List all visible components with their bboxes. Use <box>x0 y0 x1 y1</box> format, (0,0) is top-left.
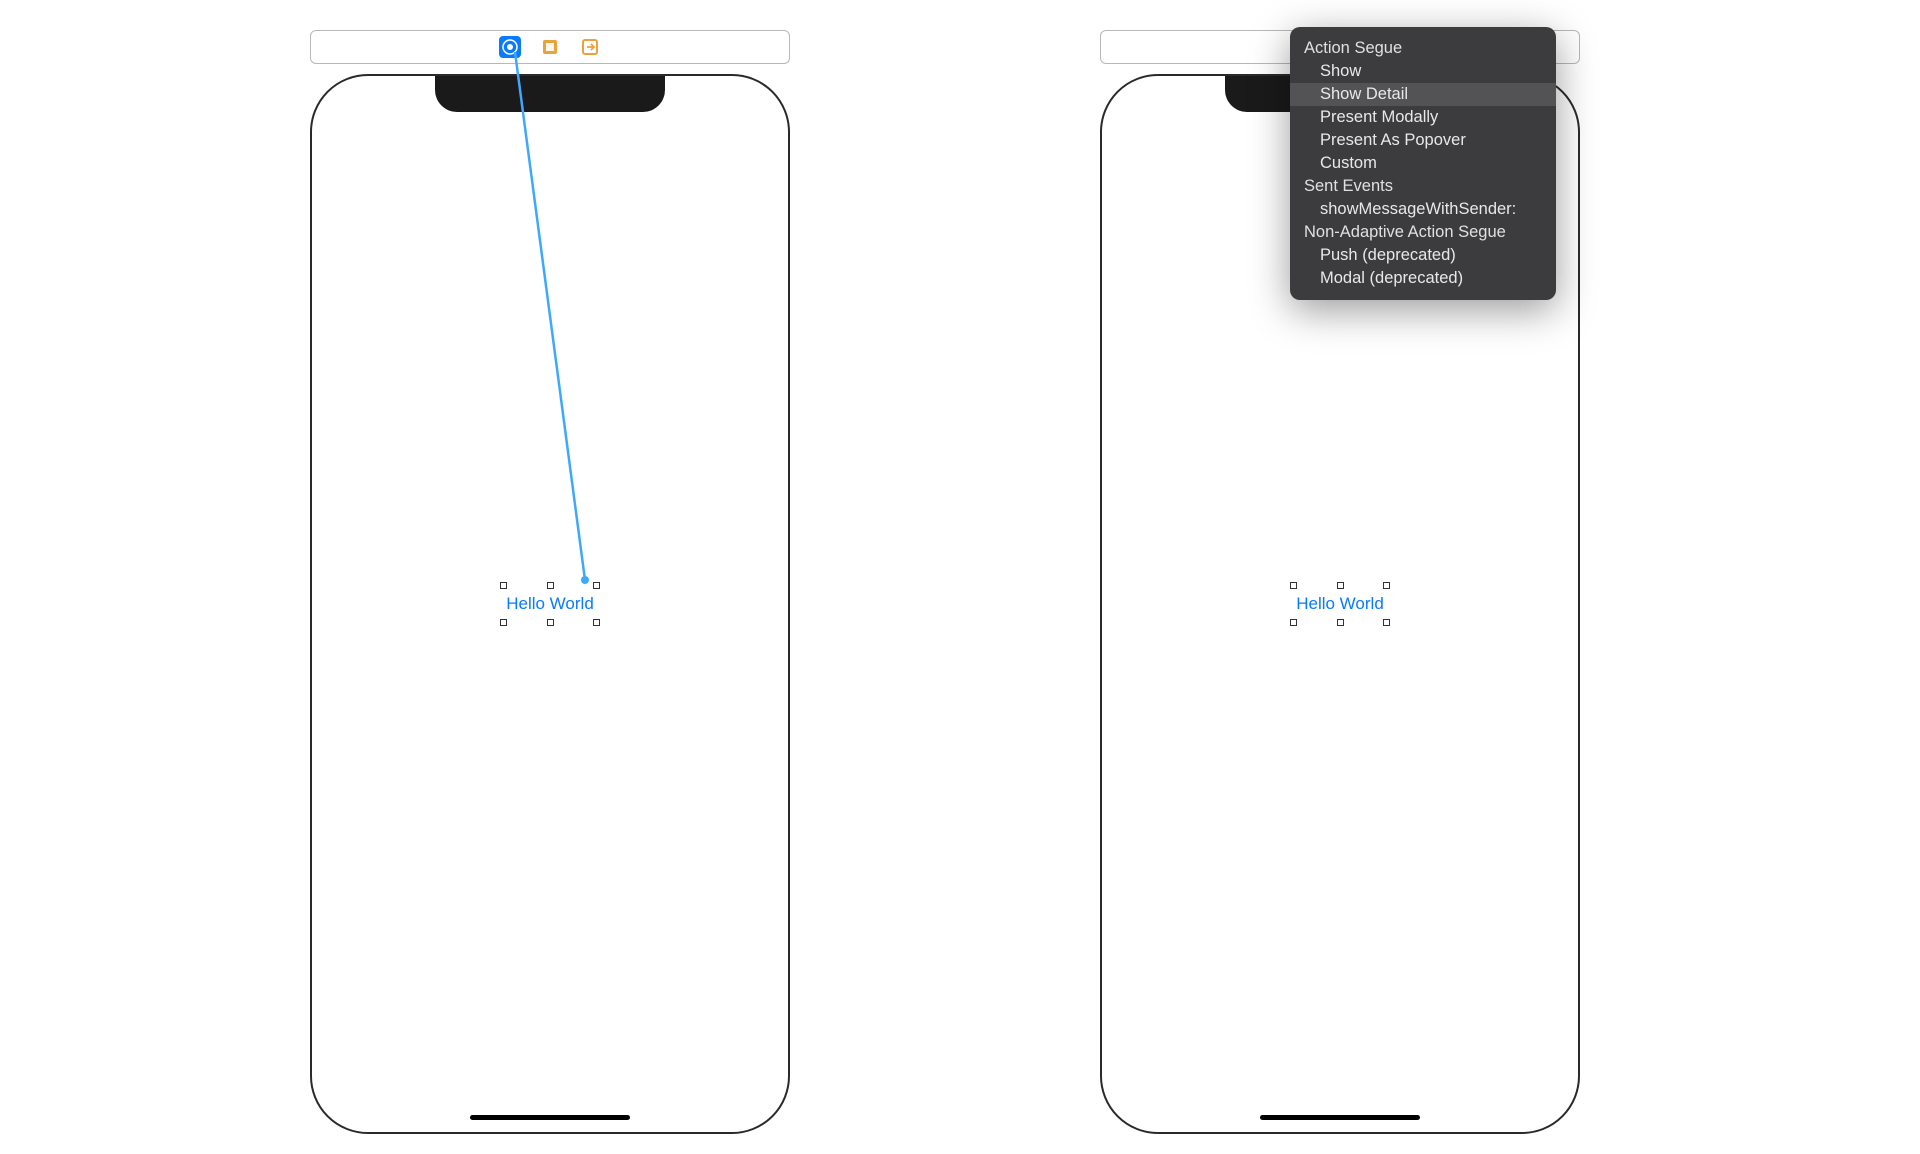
popup-menu-item[interactable]: Show <box>1290 60 1556 83</box>
iphone-canvas[interactable]: Hello World <box>310 74 790 1134</box>
exit-icon[interactable] <box>579 36 601 58</box>
segue-connection-popup[interactable]: Action SegueShowShow DetailPresent Modal… <box>1290 27 1556 300</box>
popup-menu-item[interactable]: Modal (deprecated) <box>1290 267 1556 290</box>
popup-section-header: Non-Adaptive Action Segue <box>1290 221 1556 244</box>
selection-handle[interactable] <box>593 582 600 589</box>
selection-handle[interactable] <box>1383 582 1390 589</box>
selection-handle[interactable] <box>1290 582 1297 589</box>
selection-handle[interactable] <box>1337 619 1344 626</box>
popup-menu-item[interactable]: Push (deprecated) <box>1290 244 1556 267</box>
popup-menu-item[interactable]: showMessageWithSender: <box>1290 198 1556 221</box>
scene-dock <box>310 30 790 64</box>
home-indicator <box>470 1115 630 1120</box>
selection-handle[interactable] <box>500 582 507 589</box>
popup-section-header: Action Segue <box>1290 37 1556 60</box>
popup-section-header: Sent Events <box>1290 175 1556 198</box>
selection-handle[interactable] <box>1383 619 1390 626</box>
view-controller-icon[interactable] <box>499 36 521 58</box>
popup-menu-item[interactable]: Present Modally <box>1290 106 1556 129</box>
button-label: Hello World <box>506 594 594 614</box>
hello-world-button[interactable]: Hello World <box>1294 586 1386 622</box>
selection-handle[interactable] <box>547 619 554 626</box>
popup-menu-item[interactable]: Present As Popover <box>1290 129 1556 152</box>
selection-handle[interactable] <box>500 619 507 626</box>
storyboard-scene-left: Hello World <box>310 30 790 1134</box>
button-label: Hello World <box>1296 594 1384 614</box>
home-indicator <box>1260 1115 1420 1120</box>
selection-handle[interactable] <box>1337 582 1344 589</box>
selection-handle[interactable] <box>547 582 554 589</box>
hello-world-button[interactable]: Hello World <box>504 586 596 622</box>
notch <box>435 74 665 112</box>
selection-handle[interactable] <box>1290 619 1297 626</box>
first-responder-icon[interactable] <box>539 36 561 58</box>
popup-menu-item[interactable]: Show Detail <box>1290 83 1556 106</box>
popup-menu-item[interactable]: Custom <box>1290 152 1556 175</box>
selection-handle[interactable] <box>593 619 600 626</box>
